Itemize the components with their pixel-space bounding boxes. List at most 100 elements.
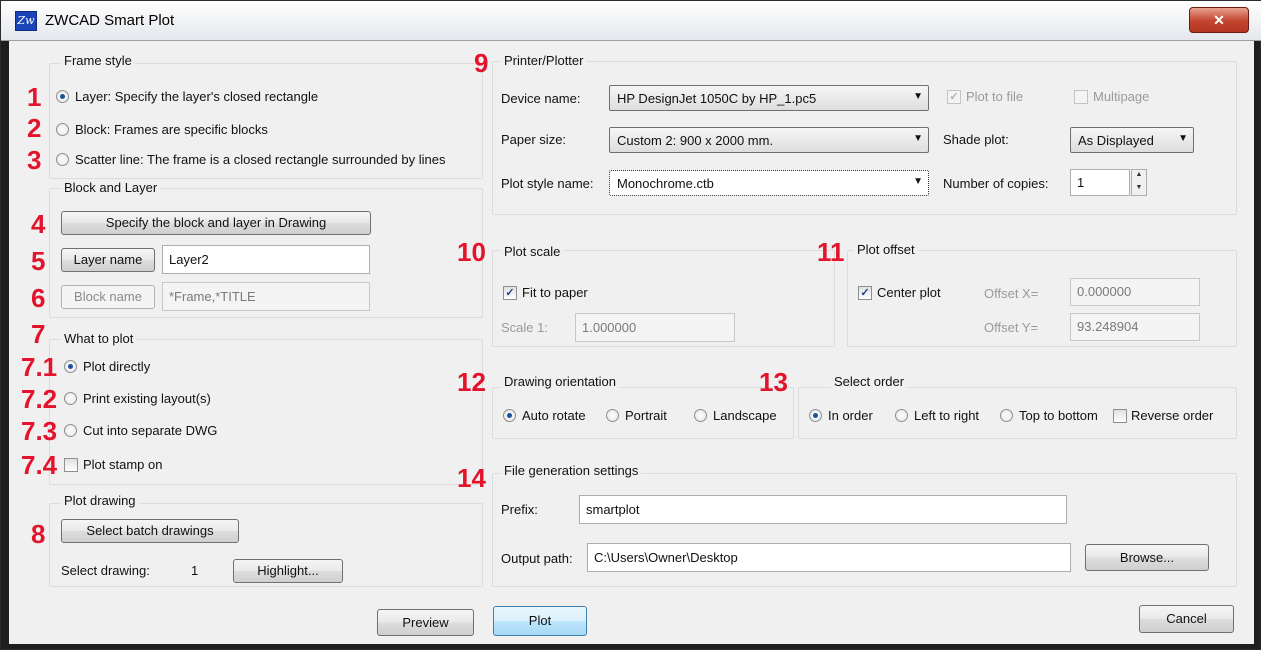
annotation-13: 13 [759, 367, 788, 397]
landscape-label[interactable]: Landscape [713, 408, 777, 423]
offset-x-field[interactable]: 0.000000 [1070, 278, 1200, 306]
frame-layer-radio[interactable] [56, 90, 69, 103]
annotation-4: 4 [31, 209, 46, 239]
plot-scale-title: Plot scale [501, 244, 564, 259]
auto-rotate-radio[interactable] [503, 409, 516, 422]
prefix-label: Prefix: [501, 502, 538, 517]
shade-plot-value: As Displayed [1078, 133, 1154, 148]
frame-scatter-label[interactable]: Scatter line: The frame is a closed rect… [75, 152, 445, 167]
select-batch-drawings-button[interactable]: Select batch drawings [61, 519, 239, 543]
center-plot-label[interactable]: Center plot [877, 285, 941, 300]
portrait-label[interactable]: Portrait [625, 408, 667, 423]
frame-scatter-radio[interactable] [56, 153, 69, 166]
plot-stamp-checkbox[interactable] [64, 458, 78, 472]
layer-name-button[interactable]: Layer name [61, 248, 155, 272]
shade-plot-select[interactable]: As Displayed ▼ [1070, 127, 1194, 153]
cancel-button[interactable]: Cancel [1139, 605, 1234, 633]
specify-block-layer-button[interactable]: Specify the block and layer in Drawing [61, 211, 371, 235]
frame-layer-label[interactable]: Layer: Specify the layer's closed rectan… [75, 89, 318, 104]
plot-style-label: Plot style name: [501, 176, 594, 191]
offset-y-label: Offset Y= [984, 320, 1039, 335]
spin-up-icon[interactable]: ▲ [1132, 170, 1146, 183]
print-layouts-radio[interactable] [64, 392, 77, 405]
left-to-right-label[interactable]: Left to right [914, 408, 979, 423]
plot-stamp-label[interactable]: Plot stamp on [83, 457, 163, 472]
device-name-value: HP DesignJet 1050C by HP_1.pc5 [617, 91, 817, 106]
in-order-radio[interactable] [809, 409, 822, 422]
chevron-down-icon: ▼ [913, 91, 923, 102]
annotation-7: 7 [31, 319, 46, 349]
cut-dwg-radio[interactable] [64, 424, 77, 437]
prefix-field[interactable]: smartplot [579, 495, 1067, 524]
annotation-1: 1 [27, 82, 42, 112]
frame-block-label[interactable]: Block: Frames are specific blocks [75, 122, 268, 137]
paper-size-select[interactable]: Custom 2: 900 x 2000 mm. ▼ [609, 127, 929, 153]
plot-button[interactable]: Plot [493, 606, 587, 636]
plot-to-file-checkbox[interactable]: ✓ [947, 90, 961, 104]
copies-label: Number of copies: [943, 176, 1049, 191]
browse-button[interactable]: Browse... [1085, 544, 1209, 571]
annotation-5: 5 [31, 246, 46, 276]
portrait-radio[interactable] [606, 409, 619, 422]
plot-style-value: Monochrome.ctb [617, 176, 714, 191]
annotation-2: 2 [27, 113, 42, 143]
paper-size-label: Paper size: [501, 132, 567, 147]
output-path-label: Output path: [501, 551, 573, 566]
layer-name-field[interactable]: Layer2 [162, 245, 370, 274]
frame-block-radio[interactable] [56, 123, 69, 136]
reverse-order-label[interactable]: Reverse order [1131, 408, 1213, 423]
print-layouts-label[interactable]: Print existing layout(s) [83, 391, 211, 406]
spin-down-icon[interactable]: ▼ [1132, 183, 1146, 196]
annotation-11: 11 [817, 237, 845, 267]
what-to-plot-title: What to plot [61, 331, 137, 346]
annotation-3: 3 [27, 145, 42, 175]
scale-label: Scale 1: [501, 320, 548, 335]
drawing-orientation-title: Drawing orientation [501, 374, 620, 389]
reverse-order-checkbox[interactable] [1113, 409, 1127, 423]
copies-spinner[interactable]: ▲ ▼ [1131, 169, 1147, 196]
fit-to-paper-label[interactable]: Fit to paper [522, 285, 588, 300]
preview-button[interactable]: Preview [377, 609, 474, 636]
block-name-button[interactable]: Block name [61, 285, 155, 309]
center-plot-checkbox[interactable]: ✓ [858, 286, 872, 300]
plot-to-file-label[interactable]: Plot to file [966, 89, 1023, 104]
fit-to-paper-checkbox[interactable]: ✓ [503, 286, 517, 300]
copies-field[interactable]: 1 [1070, 169, 1130, 196]
annotation-8: 8 [31, 519, 46, 549]
device-name-label: Device name: [501, 91, 581, 106]
block-name-field[interactable]: *Frame,*TITLE [162, 282, 370, 311]
annotation-12: 12 [457, 367, 486, 397]
device-name-select[interactable]: HP DesignJet 1050C by HP_1.pc5 ▼ [609, 85, 929, 111]
plot-style-select[interactable]: Monochrome.ctb ▼ [609, 170, 929, 196]
multipage-checkbox[interactable] [1074, 90, 1088, 104]
landscape-radio[interactable] [694, 409, 707, 422]
offset-y-field[interactable]: 93.248904 [1070, 313, 1200, 341]
annotation-9: 9 [474, 48, 489, 78]
scale-field[interactable]: 1.000000 [575, 313, 735, 342]
app-logo-icon: Zw [15, 11, 37, 31]
select-drawing-label: Select drawing: [61, 563, 150, 578]
plot-directly-label[interactable]: Plot directly [83, 359, 150, 374]
printer-plotter-title: Printer/Plotter [501, 53, 587, 68]
output-path-field[interactable]: C:\Users\Owner\Desktop [587, 543, 1071, 572]
top-to-bottom-label[interactable]: Top to bottom [1019, 408, 1098, 423]
frame-style-title: Frame style [61, 53, 135, 68]
annotation-6: 6 [31, 283, 46, 313]
highlight-button[interactable]: Highlight... [233, 559, 343, 583]
annotation-7-3: 7.3 [21, 416, 58, 446]
cut-dwg-label[interactable]: Cut into separate DWG [83, 423, 217, 438]
title-bar: Zw ZWCAD Smart Plot ✕ [1, 1, 1261, 41]
plot-drawing-title: Plot drawing [61, 493, 139, 508]
left-to-right-radio[interactable] [895, 409, 908, 422]
plot-directly-radio[interactable] [64, 360, 77, 373]
close-button[interactable]: ✕ [1189, 7, 1249, 33]
annotation-7-1: 7.1 [21, 352, 58, 382]
auto-rotate-label[interactable]: Auto rotate [522, 408, 586, 423]
top-to-bottom-radio[interactable] [1000, 409, 1013, 422]
plot-offset-title: Plot offset [854, 242, 918, 257]
select-drawing-count: 1 [191, 563, 199, 578]
offset-x-label: Offset X= [984, 286, 1039, 301]
paper-size-value: Custom 2: 900 x 2000 mm. [617, 133, 774, 148]
multipage-label[interactable]: Multipage [1093, 89, 1149, 104]
in-order-label[interactable]: In order [828, 408, 873, 423]
